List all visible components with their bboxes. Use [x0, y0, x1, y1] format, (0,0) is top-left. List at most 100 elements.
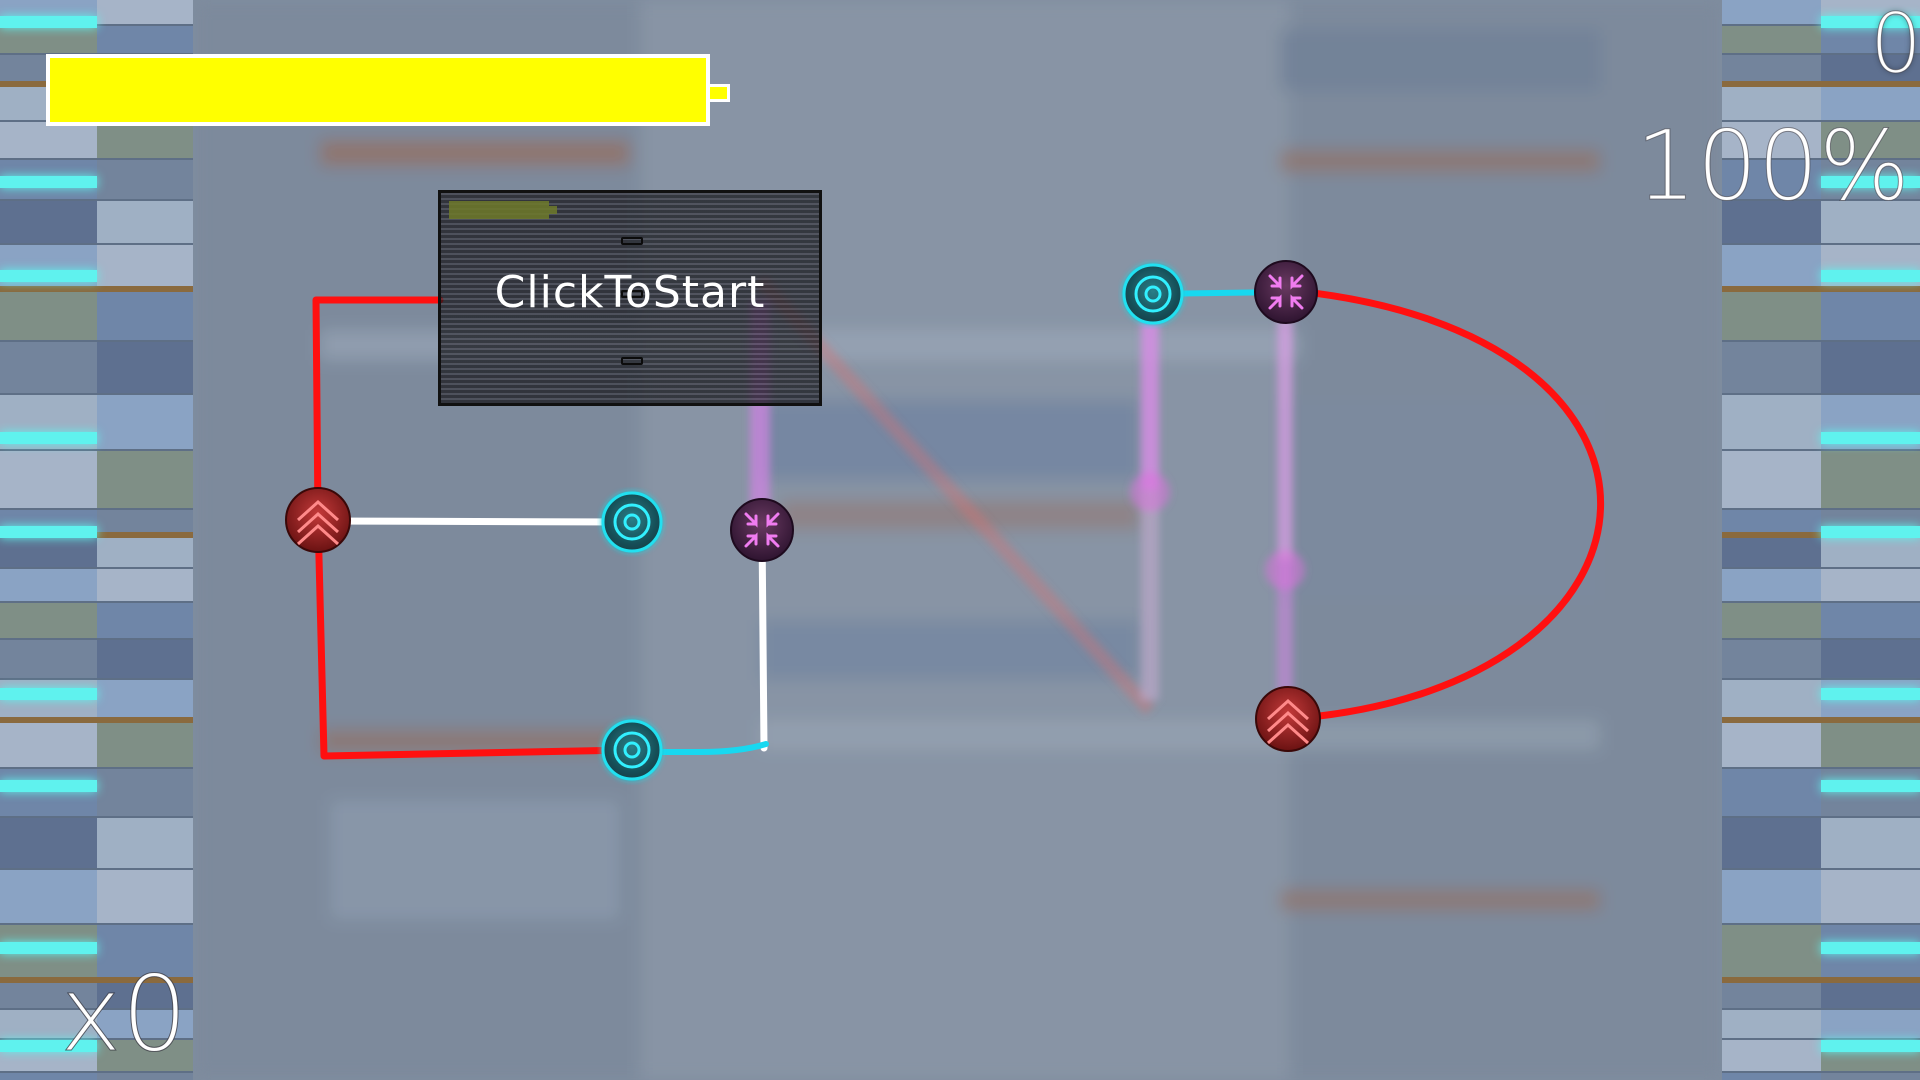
side-tile	[0, 569, 97, 601]
side-tile	[1722, 640, 1821, 678]
side-tile	[0, 122, 97, 158]
side-tile	[1821, 603, 1920, 638]
side-tile	[96, 451, 193, 508]
side-tile	[96, 870, 193, 923]
track-white-right	[758, 526, 768, 752]
side-tile	[1722, 870, 1821, 923]
side-tile	[1821, 342, 1920, 393]
side-tile	[1722, 538, 1821, 567]
side-tile	[1821, 569, 1920, 601]
side-tile	[96, 723, 193, 767]
side-tile	[1722, 769, 1821, 816]
side-tile	[1821, 640, 1920, 678]
side-tile	[1722, 603, 1821, 638]
track-white-top	[314, 517, 634, 526]
side-tile	[96, 201, 193, 243]
side-glow-stripe	[0, 270, 97, 282]
side-tile	[1821, 769, 1920, 816]
side-tile	[96, 603, 193, 638]
side-tile	[96, 160, 193, 199]
side-tile	[1821, 1010, 1920, 1038]
side-tile	[96, 769, 193, 816]
side-tile	[1722, 342, 1821, 393]
side-tile	[1821, 723, 1920, 767]
side-tile	[1722, 925, 1821, 981]
side-tile	[1722, 680, 1821, 721]
note-tap-2[interactable]	[601, 719, 663, 781]
accuracy-readout: 100%	[1635, 110, 1910, 222]
note-tap-3[interactable]	[1122, 263, 1184, 325]
panel-notch-bottom	[621, 357, 643, 365]
side-tile	[96, 538, 193, 567]
health-bar-fill	[50, 58, 706, 122]
side-tile	[0, 245, 97, 290]
health-bar	[46, 54, 710, 126]
side-glow-stripe	[0, 688, 97, 700]
side-tile	[1722, 983, 1821, 1008]
side-tile	[0, 342, 97, 393]
side-tile	[96, 395, 193, 449]
note-compress-1[interactable]	[730, 498, 794, 562]
side-tile	[96, 292, 193, 340]
side-tile	[1722, 245, 1821, 290]
side-tile	[1821, 680, 1920, 721]
side-tile	[96, 342, 193, 393]
side-glow-stripe	[1821, 270, 1920, 282]
side-tile	[0, 26, 97, 53]
side-tile	[1821, 983, 1920, 1008]
side-tile	[0, 640, 97, 678]
note-hold-1[interactable]	[285, 487, 351, 553]
start-panel-progress	[449, 201, 557, 219]
side-tile	[0, 201, 97, 243]
side-glow-stripe	[0, 526, 97, 538]
side-tile	[1722, 569, 1821, 601]
side-tile	[0, 769, 97, 816]
side-tile	[1722, 1073, 1821, 1080]
side-glow-stripe	[0, 16, 97, 28]
side-tile	[0, 451, 97, 508]
note-compress-2[interactable]	[1254, 260, 1318, 324]
side-tile	[0, 603, 97, 638]
side-glow-stripe	[0, 432, 97, 444]
side-tile	[1821, 870, 1920, 923]
side-glow-stripe	[1821, 432, 1920, 444]
side-glow-stripe	[1821, 942, 1920, 954]
score-counter: 0	[1869, 0, 1920, 92]
note-hold-2[interactable]	[1255, 686, 1321, 752]
side-tile	[1821, 538, 1920, 567]
side-tile	[1722, 1040, 1821, 1071]
side-tile	[96, 818, 193, 868]
start-panel[interactable]: ClickToStart	[438, 190, 822, 406]
side-tile	[1821, 451, 1920, 508]
side-tile	[96, 569, 193, 601]
side-tile	[0, 723, 97, 767]
side-tile	[0, 292, 97, 340]
side-tile	[1821, 245, 1920, 290]
side-tile	[1722, 395, 1821, 449]
background-blocks	[193, 0, 1722, 1080]
side-tile	[96, 26, 193, 53]
side-tile	[0, 680, 97, 721]
side-glow-stripe	[1821, 688, 1920, 700]
side-tile	[0, 870, 97, 923]
note-tap-1[interactable]	[601, 491, 663, 553]
side-tile	[0, 538, 97, 567]
combo-counter: x0	[60, 953, 189, 1075]
panel-notch-top	[621, 237, 643, 245]
side-tile	[96, 122, 193, 158]
side-tile	[1821, 1073, 1920, 1080]
side-tile	[1821, 292, 1920, 340]
side-tile	[96, 640, 193, 678]
side-tile	[1722, 1010, 1821, 1038]
side-glow-stripe	[1821, 526, 1920, 538]
click-to-start-label[interactable]: ClickToStart	[441, 271, 819, 315]
side-tile	[1722, 818, 1821, 868]
side-tile	[96, 680, 193, 721]
side-glow-stripe	[0, 176, 97, 188]
side-glow-stripe	[1821, 1040, 1920, 1052]
side-tile	[1821, 818, 1920, 868]
side-tile	[0, 818, 97, 868]
side-tile	[1722, 292, 1821, 340]
side-tile	[96, 0, 193, 24]
health-bar-cap	[710, 84, 730, 102]
